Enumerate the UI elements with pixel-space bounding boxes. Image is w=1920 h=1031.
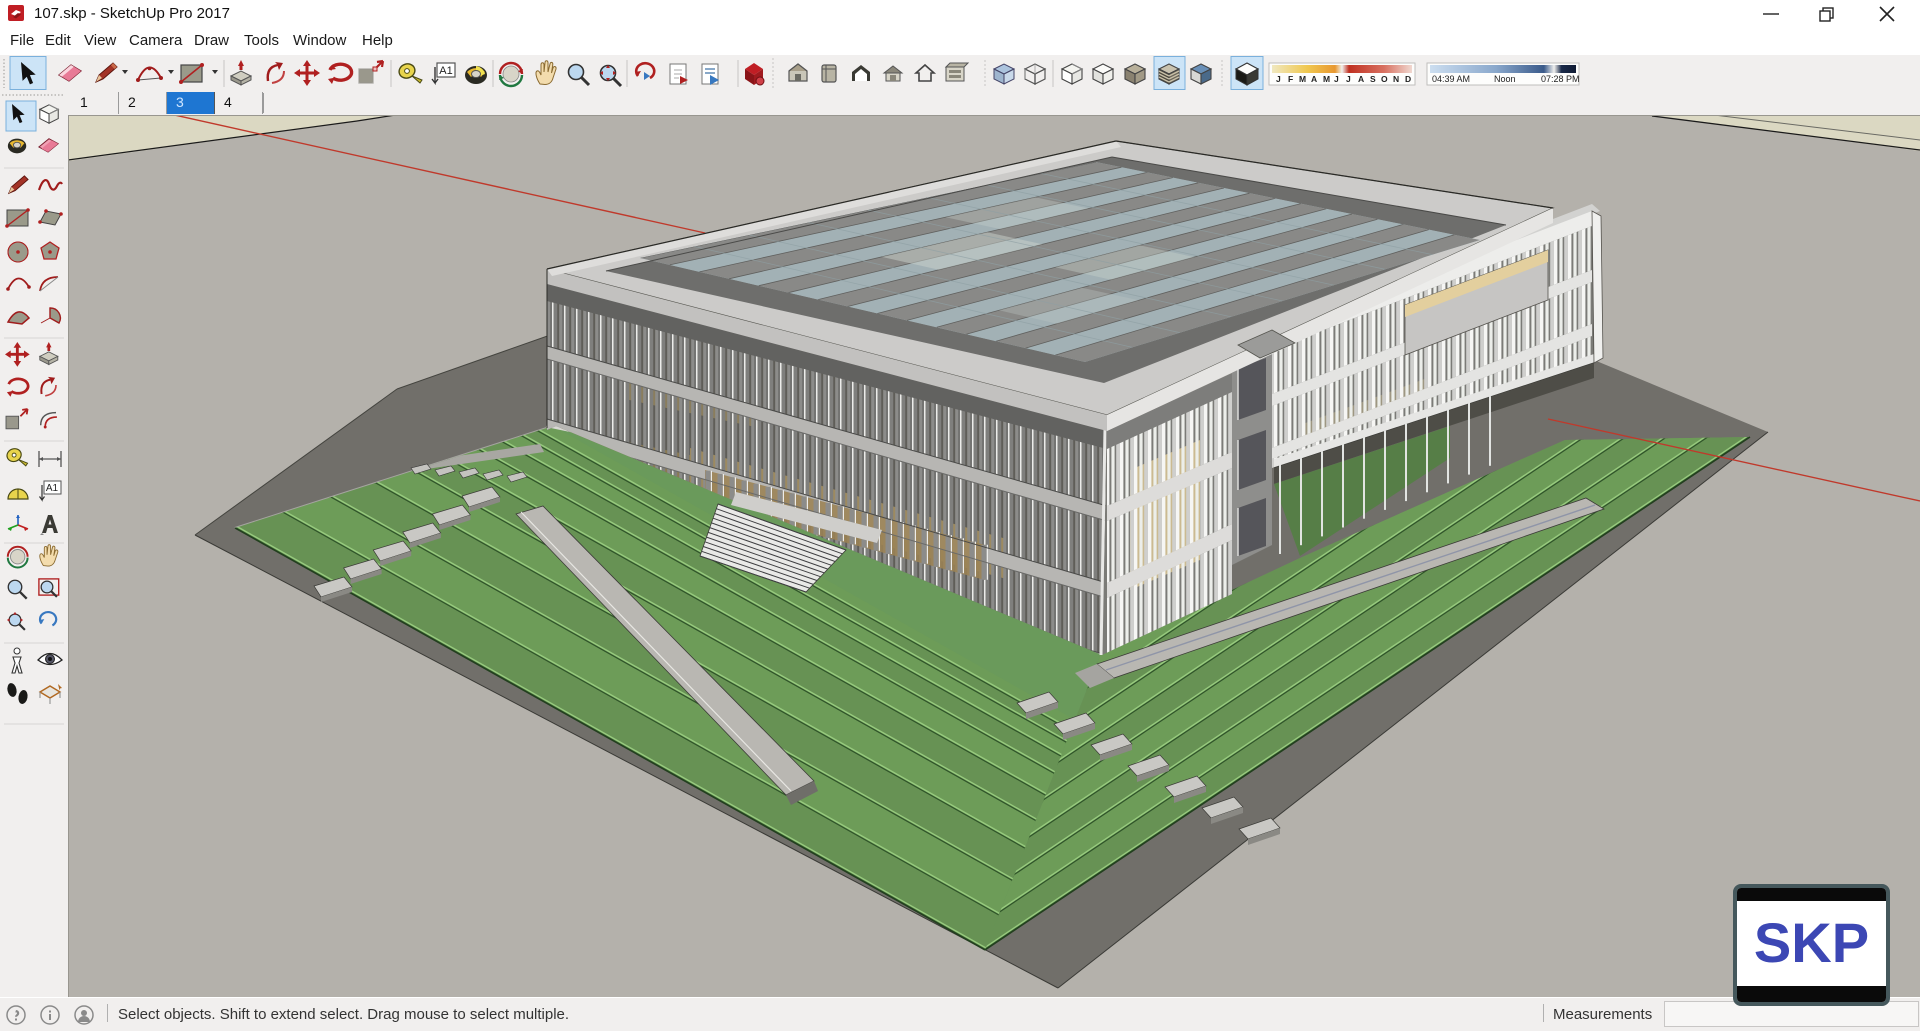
svg-text:S: S	[1370, 74, 1376, 84]
svg-text:M: M	[1323, 74, 1330, 84]
svg-text:A1: A1	[46, 483, 59, 494]
svg-text:N: N	[1393, 74, 1399, 84]
svg-text:A1: A1	[439, 65, 452, 77]
svg-text:J: J	[1346, 74, 1351, 84]
svg-text:J: J	[1334, 74, 1339, 84]
svg-text:A: A	[1358, 74, 1364, 84]
svg-text:J: J	[1276, 74, 1281, 84]
svg-text:A: A	[1311, 74, 1317, 84]
svg-text:O: O	[1381, 74, 1388, 84]
svg-text:M: M	[1299, 74, 1306, 84]
svg-text:04:39 AM: 04:39 AM	[1432, 74, 1470, 84]
svg-text:F: F	[1288, 74, 1293, 84]
svg-text:07:28 PM: 07:28 PM	[1541, 74, 1580, 84]
svg-text:D: D	[1405, 74, 1411, 84]
svg-text:Noon: Noon	[1494, 74, 1516, 84]
